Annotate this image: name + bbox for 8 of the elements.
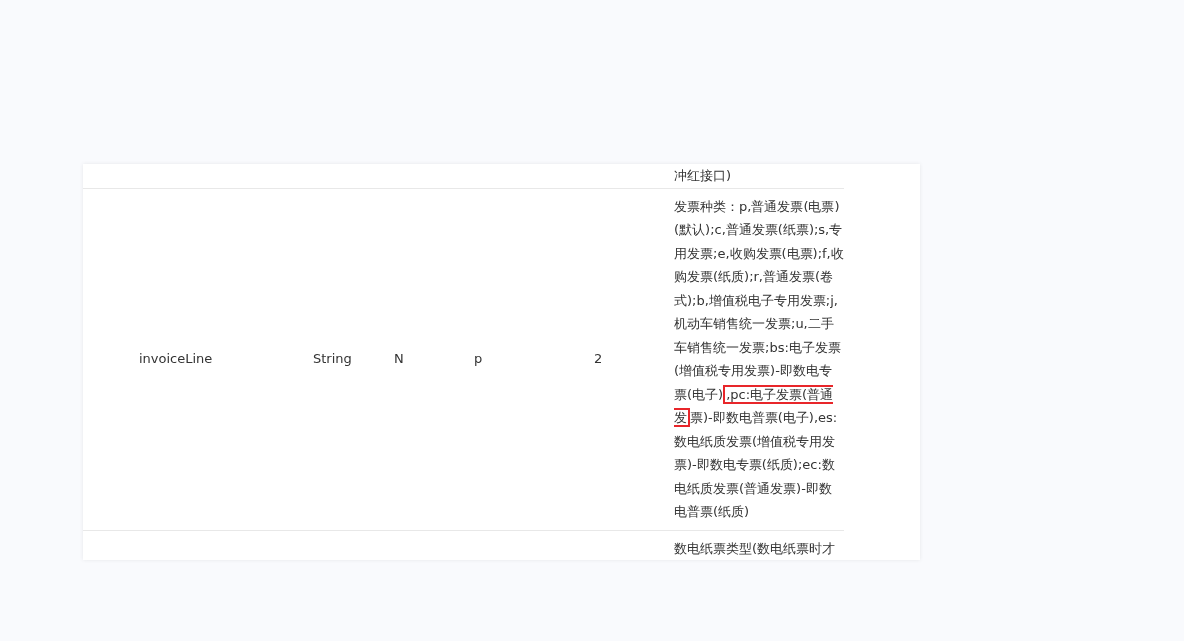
table-cell: invoiceLine [139,351,213,367]
description-text: 冲红接口) [674,167,733,185]
table-cell: 2 [594,351,603,367]
description-text: 发票种类：p,普通发票(电票)(默认);c,普通发票(纸票);s,专用发票;e,收购发票(电票);f,收购发票(纸质);r,普通发票(卷式);b,增值税电子专用发票;j,机动车销售统一发票;u,二手车销售统一发票;bs:电子发票(增值税专用发票)-即数电专票(电子) ,pc:电子发票(普通发 票)-即数电普票(电子),es:数电纸质发票(增值税专用发票)-即数电专票(纸质);ec:数电纸质发票(普通发票)-即数电普票(纸质) [674,197,844,521]
table-cell: N [394,351,404,367]
description-text: 数电纸票类型(数电纸票时才 [674,539,837,558]
table-cell: p [474,351,483,367]
table-cell: String [313,351,352,367]
